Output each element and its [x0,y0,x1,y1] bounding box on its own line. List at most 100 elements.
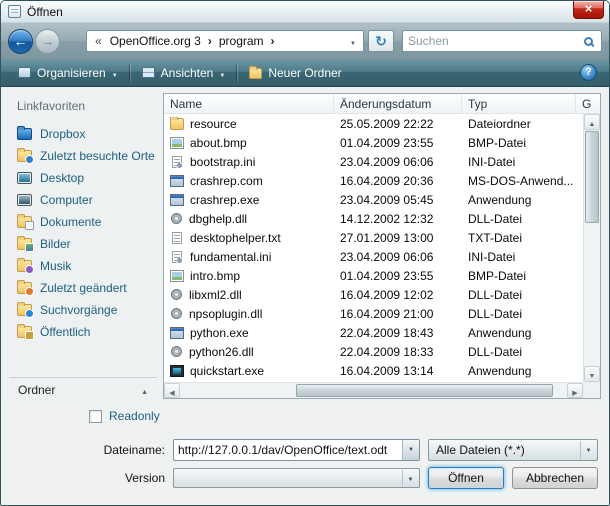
scroll-left-icon[interactable] [164,383,180,398]
file-name: dbghelp.dll [189,212,247,226]
cancel-button[interactable]: Abbrechen [512,467,598,489]
file-row[interactable]: quickstart.exe 16.04.2009 13:14 Anwendun… [164,361,583,380]
refresh-button[interactable] [368,30,394,52]
version-row: Version Öffnen Abbrechen [1,467,609,489]
file-name-cell: crashrep.exe [164,193,334,207]
filename-row: Dateiname: Alle Dateien (*.*) [1,439,609,461]
back-button[interactable] [8,29,33,54]
horizontal-scrollbar[interactable] [164,382,583,398]
filetype-dropdown[interactable]: Alle Dateien (*.*) [428,439,598,461]
sidebar-item-icon [17,326,32,338]
sidebar-item[interactable]: Öffentlich [9,321,157,343]
vertical-scrollbar[interactable] [583,114,600,382]
column-header-size[interactable]: G [576,94,600,113]
search-input[interactable] [408,34,584,48]
file-name-cell: intro.bmp [164,269,334,283]
file-row[interactable]: fundamental.ini 23.04.2009 06:06 INI-Dat… [164,247,583,266]
column-header-date[interactable]: Änderungsdatum [334,94,462,113]
chevron-down-icon[interactable] [347,34,359,48]
readonly-label: Readonly [109,409,160,423]
sidebar-item[interactable]: Suchvorgänge [9,299,157,321]
file-date: 23.04.2009 06:06 [334,155,462,169]
sidebar-item[interactable]: Zuletzt besuchte Orte [9,145,157,167]
horizontal-scroll-thumb[interactable] [296,384,553,397]
folders-label: Ordner [18,383,55,397]
file-date: 27.01.2009 13:00 [334,231,462,245]
command-toolbar: Organisieren Ansichten Neuer Ordner [1,59,609,87]
new-folder-button[interactable]: Neuer Ordner [240,63,350,83]
file-row[interactable]: desktophelper.txt 27.01.2009 13:00 TXT-D… [164,228,583,247]
file-row[interactable]: dbghelp.dll 14.12.2002 12:32 DLL-Datei [164,209,583,228]
filename-combobox[interactable] [173,439,420,461]
column-header-name[interactable]: Name [164,94,334,113]
folders-expander[interactable]: Ordner [9,377,157,401]
main-area: Linkfavoriten Dropbox Zuletzt besuchte O… [1,87,609,401]
file-row[interactable]: python.exe 22.04.2009 18:43 Anwendung [164,323,583,342]
sidebar-item[interactable]: Dokumente [9,211,157,233]
titlebar[interactable]: Öffnen [1,1,609,23]
file-name: python26.dll [189,345,254,359]
filename-input[interactable] [174,440,402,460]
sidebar-item[interactable]: Dropbox [9,123,157,145]
breadcrumb[interactable]: OpenOffice.org 3 program [86,30,364,52]
file-name: fundamental.ini [190,250,271,264]
search-icon[interactable] [584,37,593,46]
sidebar-item[interactable]: Computer [9,189,157,211]
filename-dropdown-button[interactable] [402,440,419,460]
file-row[interactable]: libxml2.dll 16.04.2009 12:02 DLL-Datei [164,285,583,304]
file-date: 16.04.2009 20:36 [334,174,462,188]
sidebar-item-label: Zuletzt besuchte Orte [40,149,155,163]
file-row[interactable]: resource 25.05.2009 22:22 Dateiordner [164,114,583,133]
forward-button[interactable] [35,29,60,54]
new-folder-label: Neuer Ordner [268,66,341,80]
file-type: DLL-Datei [462,212,576,226]
organize-button[interactable]: Organisieren [9,63,127,83]
scroll-up-icon[interactable] [584,114,600,130]
close-button[interactable] [573,1,604,19]
scroll-right-icon[interactable] [567,383,583,398]
version-dropdown[interactable] [173,468,420,488]
file-type-icon [172,251,182,263]
chevron-right-icon[interactable] [268,34,278,48]
file-row[interactable]: npsoplugin.dll 16.04.2009 21:00 DLL-Date… [164,304,583,323]
file-name-cell: dbghelp.dll [164,212,334,226]
file-name-cell: python26.dll [164,345,334,359]
search-box[interactable] [402,30,602,52]
vertical-scroll-thumb[interactable] [585,131,599,223]
sidebar-item[interactable]: Desktop [9,167,157,189]
file-row[interactable]: about.bmp 01.04.2009 23:55 BMP-Datei [164,133,583,152]
sidebar-item[interactable]: Musik [9,255,157,277]
chevron-down-icon [580,441,596,459]
file-row[interactable]: crashrep.exe 23.04.2009 05:45 Anwendung [164,190,583,209]
breadcrumb-item-root[interactable]: OpenOffice.org 3 [106,34,205,48]
open-button[interactable]: Öffnen [428,467,504,489]
sidebar-item[interactable]: Bilder [9,233,157,255]
chevron-right-icon[interactable] [205,34,215,48]
file-date: 14.12.2002 12:32 [334,212,462,226]
bottom-panel: Readonly Dateiname: Alle Dateien (*.*) V… [1,401,609,506]
file-date: 22.04.2009 18:43 [334,326,462,340]
file-type: INI-Datei [462,250,576,264]
file-row[interactable]: python26.dll 22.04.2009 18:33 DLL-Datei [164,342,583,361]
filetype-value: Alle Dateien (*.*) [436,443,525,457]
column-header-type[interactable]: Typ [462,94,576,113]
window-icon [8,5,21,18]
breadcrumb-item-current[interactable]: program [215,34,268,48]
readonly-checkbox[interactable] [89,410,102,423]
file-type-icon [171,289,182,300]
chevron-double-left-icon[interactable] [91,34,106,48]
file-type-icon [170,270,184,282]
file-name-cell: resource [164,117,334,131]
sidebar-item-icon [17,282,32,294]
sidebar-item-label: Musik [40,259,71,273]
scroll-down-icon[interactable] [584,366,600,382]
file-name: desktophelper.txt [190,231,281,245]
sidebar-item[interactable]: Zuletzt geändert [9,277,157,299]
readonly-option[interactable]: Readonly [89,409,160,423]
file-row[interactable]: crashrep.com 16.04.2009 20:36 MS-DOS-Anw… [164,171,583,190]
views-button[interactable]: Ansichten [133,63,235,83]
file-row[interactable]: bootstrap.ini 23.04.2009 06:06 INI-Datei [164,152,583,171]
sidebar-item-label: Öffentlich [40,325,90,339]
help-button[interactable] [580,64,597,81]
file-row[interactable]: intro.bmp 01.04.2009 23:55 BMP-Datei [164,266,583,285]
